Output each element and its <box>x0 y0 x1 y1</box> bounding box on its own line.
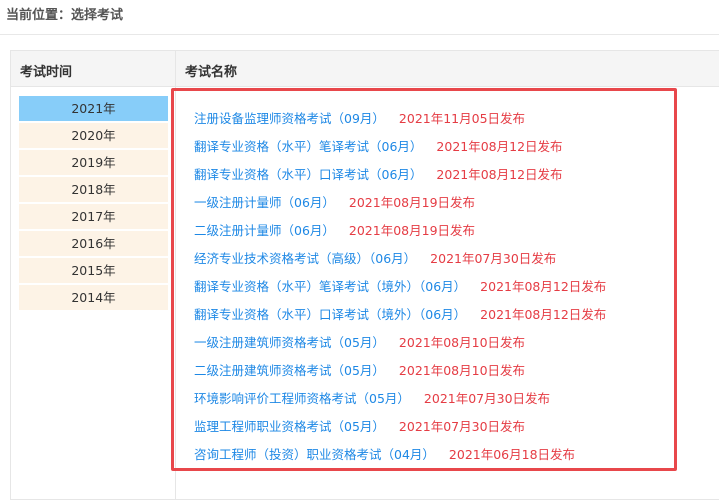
year-item[interactable]: 2020年 <box>19 123 168 148</box>
publish-date: 2021年08月10日发布 <box>398 335 526 350</box>
breadcrumb: 当前位置：选择考试 <box>6 8 124 23</box>
exam-link[interactable]: 一级注册建筑师资格考试（05月） <box>194 335 385 350</box>
exam-row: 一级注册计量师（06月） 2021年08月19日发布 <box>194 193 606 221</box>
publish-date: 2021年08月12日发布 <box>480 279 607 294</box>
exam-row: 经济专业技术资格考试（高级）（06月） 2021年07月30日发布 <box>194 249 606 277</box>
year-list: 2021年 2020年 2019年 2018年 2017年 2016年 2015年 2014年 <box>19 96 168 312</box>
exam-row: 二级注册计量师（06月） 2021年08月19日发布 <box>194 221 606 249</box>
publish-date: 2021年06月18日发布 <box>448 447 576 462</box>
publish-date: 2021年08月19日发布 <box>348 195 476 210</box>
header-exam-name: 考试名称 <box>185 65 238 80</box>
exam-row: 咨询工程师（投资）职业资格考试（04月） 2021年06月18日发布 <box>194 445 606 473</box>
publish-date: 2021年08月12日发布 <box>436 167 563 182</box>
exam-list: 注册设备监理师资格考试（09月） 2021年11月05日发布翻译专业资格（水平）笔… <box>194 109 606 473</box>
year-item[interactable]: 2016年 <box>19 231 168 256</box>
exam-link[interactable]: 翻译专业资格（水平）口译考试（06月） <box>194 167 422 182</box>
publish-date: 2021年08月19日发布 <box>348 223 476 238</box>
exam-row: 注册设备监理师资格考试（09月） 2021年11月05日发布 <box>194 109 606 137</box>
header-exam-time: 考试时间 <box>20 65 73 80</box>
table-header: 考试时间 考试名称 <box>11 51 719 87</box>
year-item[interactable]: 2021年 <box>19 96 168 121</box>
year-item[interactable]: 2018年 <box>19 177 168 202</box>
exam-link[interactable]: 一级注册计量师（06月） <box>194 195 335 210</box>
exam-row: 二级注册建筑师资格考试（05月） 2021年08月10日发布 <box>194 361 606 389</box>
publish-date: 2021年11月05日发布 <box>398 111 526 126</box>
exam-link[interactable]: 监理工程师职业资格考试（05月） <box>194 419 385 434</box>
exam-row: 翻译专业资格（水平）笔译考试（境外）（06月） 2021年08月12日发布 <box>194 277 606 305</box>
year-item[interactable]: 2014年 <box>19 285 168 310</box>
exam-link[interactable]: 二级注册计量师（06月） <box>194 223 335 238</box>
exam-link[interactable]: 翻译专业资格（水平）笔译考试（06月） <box>194 139 422 154</box>
divider <box>0 34 719 35</box>
publish-date: 2021年07月30日发布 <box>430 251 557 266</box>
exam-row: 翻译专业资格（水平）口译考试（06月） 2021年08月12日发布 <box>194 165 606 193</box>
exam-link[interactable]: 咨询工程师（投资）职业资格考试（04月） <box>194 447 435 462</box>
exam-link[interactable]: 翻译专业资格（水平）口译考试（境外）（06月） <box>194 307 466 322</box>
exam-row: 翻译专业资格（水平）笔译考试（06月） 2021年08月12日发布 <box>194 137 606 165</box>
exam-row: 环境影响评价工程师资格考试（05月） 2021年07月30日发布 <box>194 389 606 417</box>
year-item[interactable]: 2015年 <box>19 258 168 283</box>
exam-row: 翻译专业资格（水平）口译考试（境外）（06月） 2021年08月12日发布 <box>194 305 606 333</box>
year-item[interactable]: 2017年 <box>19 204 168 229</box>
exam-link[interactable]: 注册设备监理师资格考试（09月） <box>194 111 385 126</box>
exam-row: 一级注册建筑师资格考试（05月） 2021年08月10日发布 <box>194 333 606 361</box>
publish-date: 2021年08月12日发布 <box>480 307 607 322</box>
exam-link[interactable]: 环境影响评价工程师资格考试（05月） <box>194 391 410 406</box>
exam-link[interactable]: 二级注册建筑师资格考试（05月） <box>194 363 385 378</box>
publish-date: 2021年07月30日发布 <box>398 419 526 434</box>
exam-link[interactable]: 经济专业技术资格考试（高级）（06月） <box>194 251 416 266</box>
exam-link[interactable]: 翻译专业资格（水平）笔译考试（境外）（06月） <box>194 279 466 294</box>
year-item[interactable]: 2019年 <box>19 150 168 175</box>
exam-row: 监理工程师职业资格考试（05月） 2021年07月30日发布 <box>194 417 606 445</box>
publish-date: 2021年07月30日发布 <box>423 391 551 406</box>
publish-date: 2021年08月12日发布 <box>436 139 563 154</box>
publish-date: 2021年08月10日发布 <box>398 363 526 378</box>
